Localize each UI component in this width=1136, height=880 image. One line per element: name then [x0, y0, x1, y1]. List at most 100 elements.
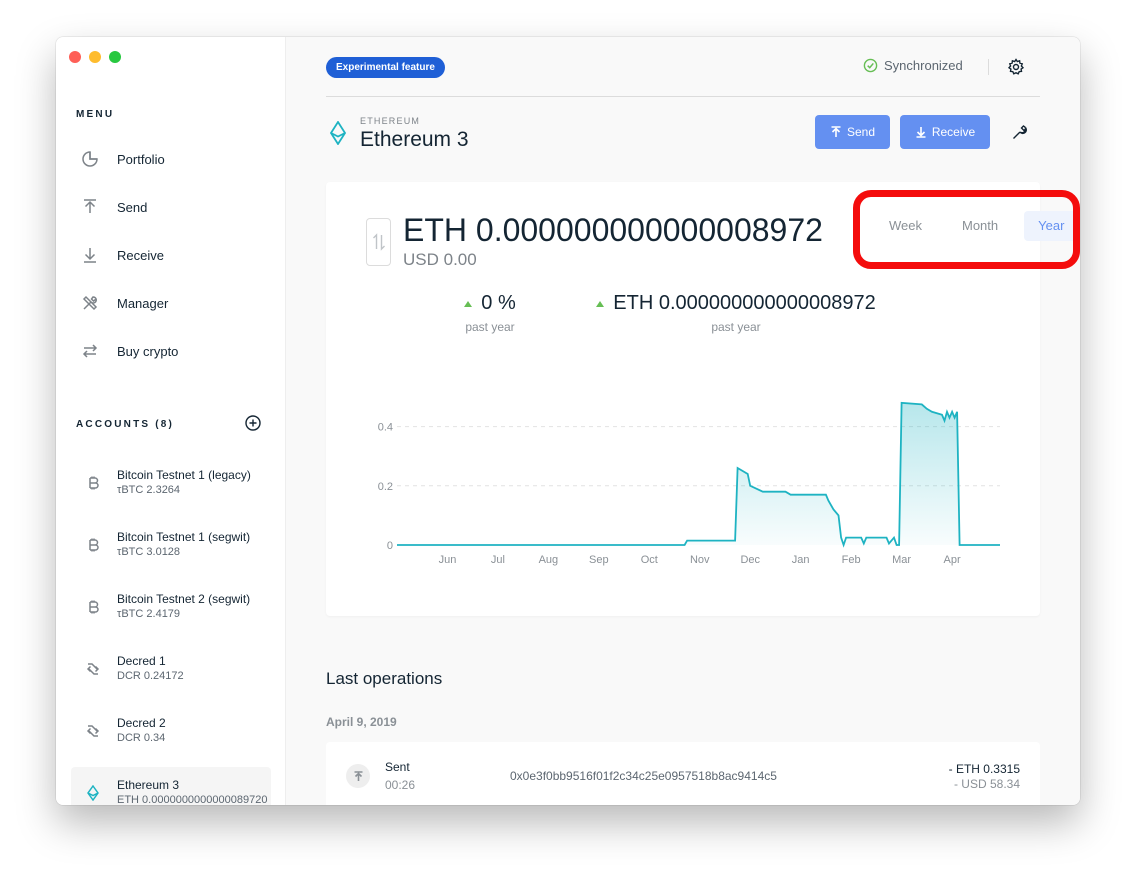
receive-button[interactable]: Receive [900, 115, 990, 149]
account-item-active[interactable]: Ethereum 3 ETH 0.0000000000000089720 [71, 767, 271, 805]
tools-icon [80, 293, 100, 313]
bitcoin-icon [85, 599, 101, 615]
pie-chart-icon [80, 149, 100, 169]
window-controls [69, 51, 121, 63]
accounts-title: ACCOUNTS (8) [76, 419, 175, 430]
sent-arrow-icon [346, 764, 370, 788]
range-tab-month[interactable]: Month [948, 211, 1012, 241]
chart-area [397, 402, 1000, 545]
account-settings-button[interactable] [1011, 123, 1029, 141]
divider [988, 59, 989, 75]
operation-amount: - ETH 0.3315 [948, 762, 1020, 776]
balance-card: ETH 0.000000000000008972 USD 0.00 Week M… [326, 182, 1079, 616]
fiat-balance: USD 0.00 [403, 250, 477, 269]
balance-chart[interactable]: 0 0.2 0.4 Jun Jul Aug Sep Oct Nov Dec Jan Feb Mar Ap… [326, 377, 1040, 577]
menu-item-label: Receive [117, 247, 164, 263]
account-item[interactable]: Bitcoin Testnet 1 (legacy) τBTC 2.3264 [71, 457, 271, 519]
y-tick-label: 0 [387, 540, 393, 552]
check-circle-icon [863, 58, 878, 73]
currency-label: ETHEREUM [360, 116, 421, 126]
arrow-up-icon [80, 197, 100, 217]
send-button[interactable]: Send [815, 115, 890, 149]
account-balance: τBTC 3.0128 [117, 546, 181, 558]
account-item[interactable]: Decred 1 DCR 0.24172 [71, 643, 271, 705]
range-selector: Week Month Year [863, 211, 1079, 241]
menu-list: Portfolio Send Receive Manager Buy crypt… [80, 135, 270, 375]
operation-fiat-amount: - USD 58.34 [953, 777, 1020, 791]
ethereum-icon [85, 785, 101, 801]
menu-item-manager[interactable]: Manager [80, 279, 270, 327]
arrow-down-icon [80, 245, 100, 265]
account-item[interactable]: Bitcoin Testnet 2 (segwit) τBTC 2.4179 [71, 581, 271, 643]
gear-icon [1007, 58, 1025, 75]
bitcoin-icon [85, 537, 101, 553]
wrench-icon [1013, 125, 1027, 139]
operation-time: 00:26 [385, 778, 416, 792]
account-name: Decred 1 [117, 654, 166, 668]
account-item[interactable]: Bitcoin Testnet 1 (segwit) τBTC 3.0128 [71, 519, 271, 581]
account-name: Bitcoin Testnet 2 (segwit) [117, 592, 251, 606]
account-balance: τBTC 2.4179 [117, 608, 181, 620]
menu-item-label: Buy crypto [117, 343, 179, 359]
account-name: Bitcoin Testnet 1 (legacy) [117, 468, 251, 482]
operation-type: Sent [385, 760, 410, 774]
minimize-window-button[interactable] [89, 51, 101, 63]
x-tick-label: Feb [842, 554, 861, 566]
x-tick-label: Dec [740, 554, 760, 566]
add-account-button[interactable] [245, 415, 261, 431]
currency-swap-button[interactable] [366, 218, 391, 266]
x-tick-label: Jun [439, 554, 457, 566]
stat-amount-label: past year [711, 320, 761, 334]
menu-item-label: Send [117, 199, 148, 215]
receive-button-label: Receive [931, 125, 976, 139]
stat-percent-value: 0 % [481, 292, 516, 314]
menu-item-receive[interactable]: Receive [80, 231, 270, 279]
up-triangle-icon [596, 300, 605, 307]
account-name: Bitcoin Testnet 1 (segwit) [117, 530, 251, 544]
operation-row[interactable]: Sent 00:26 0x0e3f0bb9516f01f2c34c25e0957… [326, 742, 1040, 805]
range-tab-week[interactable]: Week [875, 211, 936, 241]
close-window-button[interactable] [69, 51, 81, 63]
sidebar: MENU Portfolio Send Receive Manager Buy … [56, 37, 286, 805]
last-operations-title: Last operations [326, 669, 443, 688]
crypto-balance: ETH 0.000000000000008972 [403, 212, 823, 248]
stat-amount-value: ETH 0.000000000000008972 [613, 292, 876, 314]
operations-date: April 9, 2019 [326, 715, 397, 729]
ethereum-icon [330, 121, 346, 145]
x-tick-label: Oct [641, 554, 658, 566]
x-tick-label: Aug [539, 554, 559, 566]
account-balance: DCR 0.24172 [117, 670, 184, 682]
account-balance: DCR 0.34 [117, 732, 166, 744]
account-item[interactable]: Decred 2 DCR 0.34 [71, 705, 271, 767]
account-balance: τBTC 2.3264 [117, 484, 181, 496]
menu-item-label: Portfolio [117, 151, 165, 167]
zoom-window-button[interactable] [109, 51, 121, 63]
stat-amount-change: ETH 0.000000000000008972 past year [566, 292, 906, 334]
x-tick-label: Mar [892, 554, 911, 566]
swap-icon [372, 233, 385, 251]
account-header: ETHEREUM Ethereum 3 Send Receive [326, 112, 1040, 162]
y-tick-label: 0.4 [378, 422, 393, 434]
x-tick-label: Sep [589, 554, 609, 566]
account-title: Ethereum 3 [360, 128, 469, 151]
decred-icon [85, 661, 101, 677]
main-content: Experimental feature Synchronized ETHERE… [286, 37, 1080, 805]
x-tick-label: Jan [792, 554, 810, 566]
x-tick-label: Apr [944, 554, 961, 566]
x-tick-label: Nov [690, 554, 710, 566]
menu-item-buy-crypto[interactable]: Buy crypto [80, 327, 270, 375]
stat-percent-label: past year [465, 320, 515, 334]
send-button-label: Send [846, 125, 876, 139]
settings-button[interactable] [1007, 58, 1025, 76]
app-window: MENU Portfolio Send Receive Manager Buy … [56, 37, 1080, 805]
experimental-badge[interactable]: Experimental feature [326, 57, 445, 78]
account-name: Decred 2 [117, 716, 166, 730]
range-tab-year[interactable]: Year [1024, 211, 1079, 241]
menu-item-send[interactable]: Send [80, 183, 270, 231]
top-bar: Experimental feature Synchronized [326, 37, 1040, 97]
menu-item-portfolio[interactable]: Portfolio [80, 135, 270, 183]
operation-address: 0x0e3f0bb9516f01f2c34c25e0957518b8ac9414… [510, 769, 777, 783]
up-triangle-icon [464, 300, 473, 307]
sync-status[interactable]: Synchronized [863, 58, 963, 73]
plus-circle-icon [245, 415, 261, 431]
